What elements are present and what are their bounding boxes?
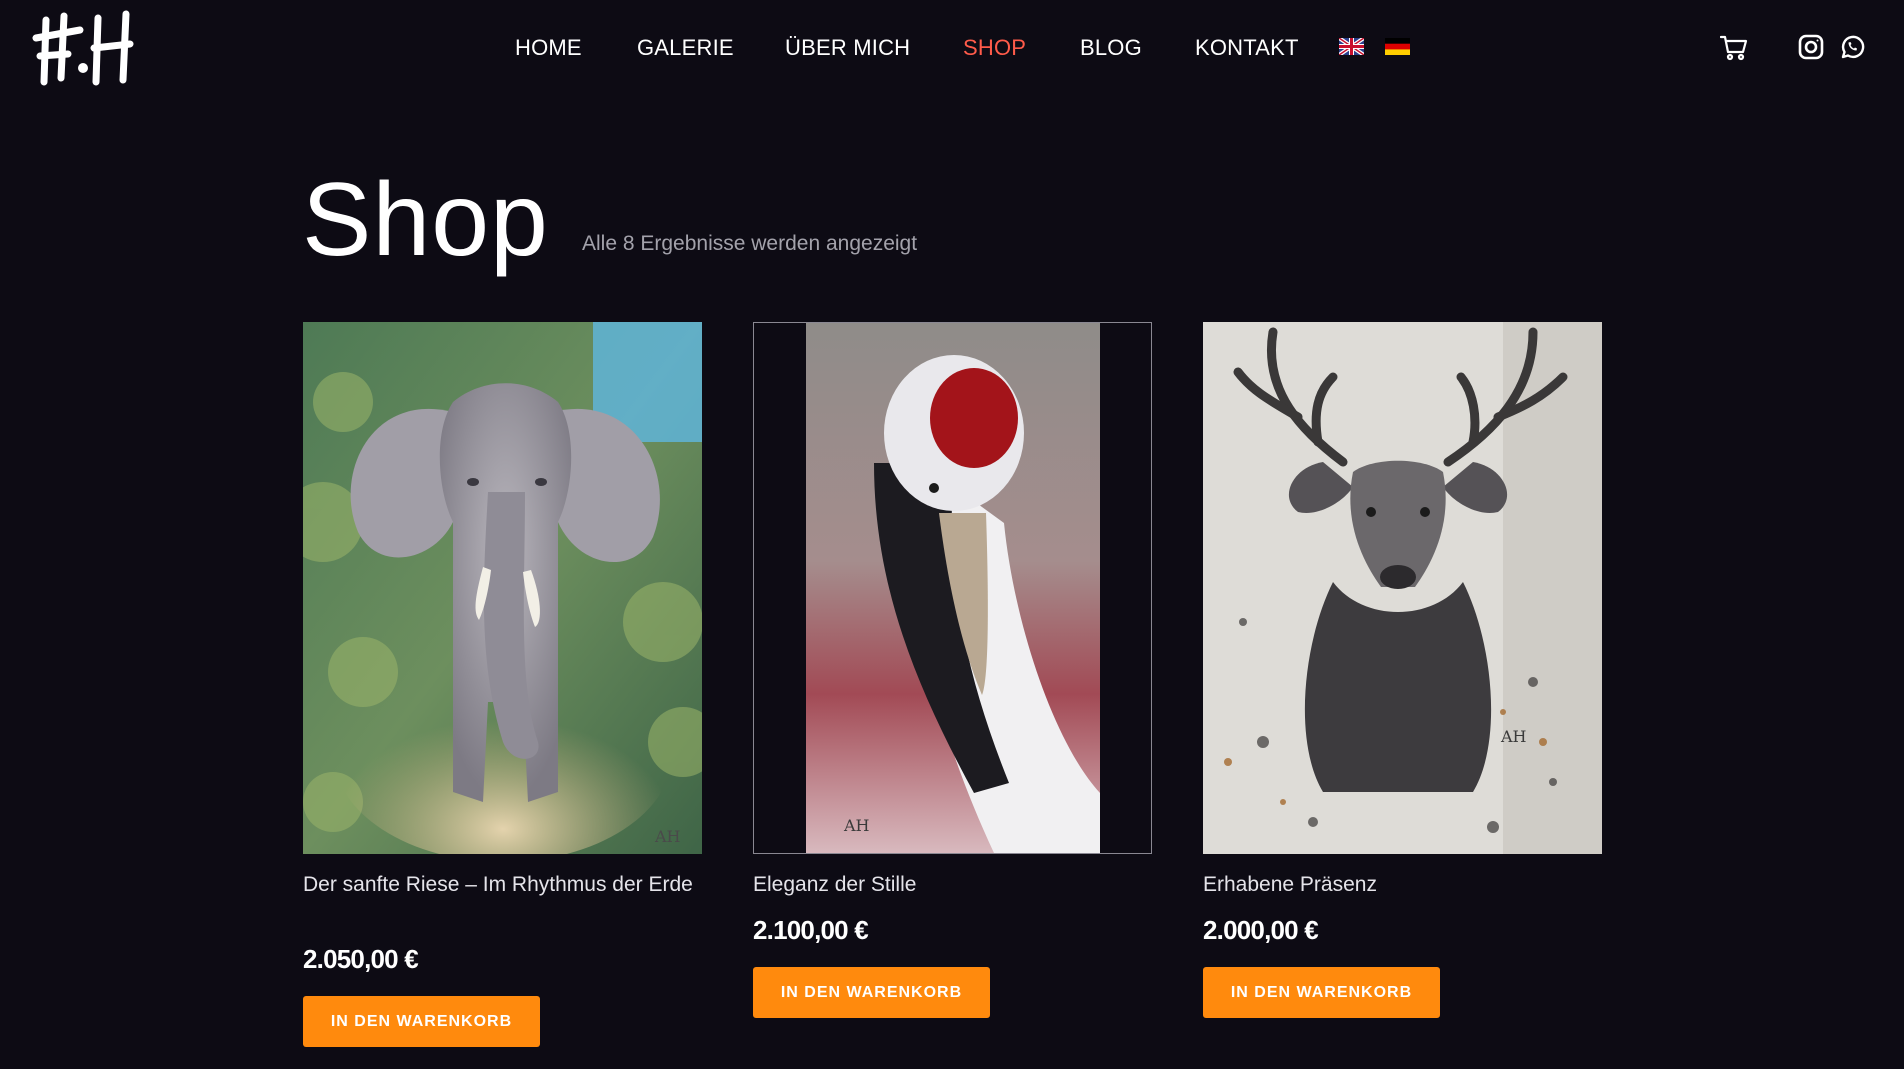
german-flag-icon[interactable]	[1385, 38, 1410, 55]
product-image-crane[interactable]: AH	[753, 322, 1152, 854]
product-image-deer[interactable]: AH	[1203, 322, 1602, 854]
page-title: Shop	[302, 162, 549, 278]
result-count: Alle 8 Ergebnisse werden angezeigt	[582, 232, 918, 255]
svg-text:AH: AH	[1500, 727, 1527, 746]
svg-text:AH: AH	[843, 816, 870, 835]
nav-shop[interactable]: SHOP	[963, 30, 1026, 66]
product-title[interactable]: Eleganz der Stille	[753, 870, 1152, 899]
main-nav: HOME GALERIE ÜBER MICH SHOP BLOG KONTAKT	[0, 30, 1904, 66]
add-to-cart-button[interactable]: IN DEN WARENKORB	[753, 967, 990, 1018]
product-price: 2.000,00 €	[1203, 915, 1319, 945]
add-to-cart-button[interactable]: IN DEN WARENKORB	[303, 996, 540, 1047]
nav-kontakt[interactable]: KONTAKT	[1195, 30, 1299, 66]
product-image-elephant[interactable]: AH	[303, 322, 702, 854]
site-header: HOME GALERIE ÜBER MICH SHOP BLOG KONTAKT	[0, 0, 1904, 96]
product-price: 2.050,00 €	[303, 944, 419, 974]
add-to-cart-button[interactable]: IN DEN WARENKORB	[1203, 967, 1440, 1018]
nav-ueber-mich[interactable]: ÜBER MICH	[785, 30, 910, 66]
nav-home[interactable]: HOME	[515, 30, 582, 66]
product-title[interactable]: Erhabene Präsenz	[1203, 870, 1602, 899]
cart-icon[interactable]	[1719, 34, 1748, 62]
uk-flag-icon[interactable]	[1337, 36, 1366, 57]
nav-blog[interactable]: BLOG	[1080, 30, 1142, 66]
product-price: 2.100,00 €	[753, 915, 869, 945]
product-title[interactable]: Der sanfte Riese – Im Rhythmus der Erde	[303, 870, 702, 899]
instagram-icon[interactable]	[1798, 34, 1826, 62]
svg-text:AH: AH	[654, 827, 681, 846]
nav-galerie[interactable]: GALERIE	[637, 30, 734, 66]
whatsapp-icon[interactable]	[1839, 34, 1867, 62]
